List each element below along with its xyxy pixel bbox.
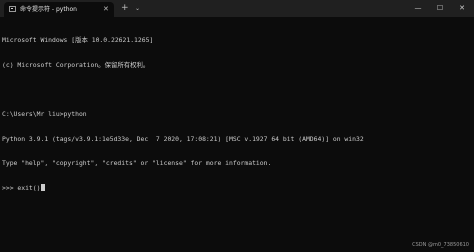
watermark: CSDN @m0_73850610: [412, 242, 469, 248]
maximize-icon[interactable]: ☐: [429, 0, 451, 17]
console-line: C:\Users\Mr liu>python: [2, 110, 87, 119]
tab-close-icon[interactable]: ✕: [103, 4, 109, 15]
tab-command-prompt[interactable]: 命令提示符 - python ✕: [4, 2, 114, 17]
new-tab-icon[interactable]: +: [121, 2, 129, 14]
minimize-icon[interactable]: —: [407, 0, 429, 17]
console-line: Microsoft Windows [版本 10.0.22621.1265]: [2, 36, 154, 45]
chevron-down-icon[interactable]: ⌄: [135, 3, 140, 14]
console-line: Python 3.9.1 (tags/v3.9.1:1e5d33e, Dec 7…: [2, 134, 364, 143]
scrollbar[interactable]: [470, 19, 473, 245]
text-cursor: [41, 183, 46, 191]
close-icon[interactable]: ✕: [451, 0, 473, 17]
terminal-window: 命令提示符 - python ✕ + ⌄ — ☐ ✕ Microsoft Win…: [0, 0, 474, 252]
console-line: (c) Microsoft Corporation。保留所有权利。: [2, 61, 150, 69]
console-line: Type "help", "copyright", "credits" or "…: [2, 159, 272, 168]
tab-title: 命令提示符 - python: [20, 6, 77, 13]
terminal-icon: [9, 6, 16, 12]
console-prompt-line[interactable]: >>> exit(): [2, 183, 470, 192]
prompt-command: >>> exit(): [2, 183, 41, 192]
title-bar: 命令提示符 - python ✕ + ⌄ — ☐ ✕: [0, 0, 474, 17]
terminal-output[interactable]: Microsoft Windows [版本 10.0.22621.1265] (…: [2, 20, 470, 242]
